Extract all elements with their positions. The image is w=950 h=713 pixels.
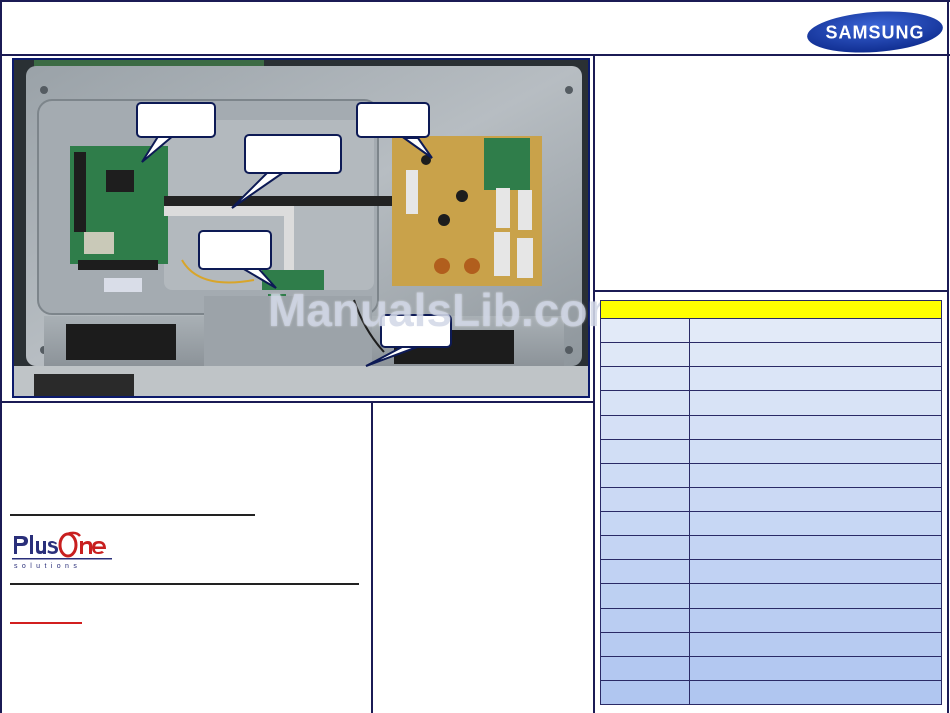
table-header-row <box>600 300 942 319</box>
table-row <box>600 583 942 609</box>
table-row <box>600 486 942 513</box>
table-cell-code <box>600 317 690 344</box>
table-row <box>600 414 942 440</box>
table-row <box>600 631 942 657</box>
partner-logo: solutions <box>10 528 122 570</box>
table-cell-description <box>689 486 942 513</box>
tv-rear-photo <box>12 58 590 398</box>
table-cell-description <box>689 414 942 440</box>
svg-text:solutions: solutions <box>14 563 81 570</box>
table-cell-description <box>689 655 942 681</box>
table-row <box>600 607 942 633</box>
table-row <box>600 655 942 681</box>
tv-chassis-illustration <box>14 60 588 396</box>
table-cell-code <box>600 679 690 706</box>
table-cell-code <box>600 462 690 488</box>
table-cell-description <box>689 317 942 344</box>
table-row <box>600 559 942 585</box>
table-cell-description <box>689 583 942 609</box>
table-cell-code <box>600 510 690 537</box>
plusone-logo-icon: solutions <box>10 528 122 570</box>
red-underline <box>10 622 82 624</box>
table-cell-code <box>600 607 690 633</box>
table-cell-code <box>600 655 690 681</box>
table-cell-description <box>689 438 942 464</box>
table-cell-description <box>689 366 942 392</box>
frame-top <box>0 0 950 2</box>
table-cell-description <box>689 535 942 561</box>
frame-right-divider <box>593 290 949 292</box>
parts-table <box>600 300 942 706</box>
table-cell-code <box>600 631 690 657</box>
table-row <box>600 342 942 368</box>
table-row <box>600 679 942 706</box>
table-row <box>600 535 942 561</box>
frame-left <box>0 0 2 713</box>
table-cell-description <box>689 510 942 537</box>
table-row <box>600 510 942 537</box>
table-cell-code <box>600 342 690 368</box>
section-divider-line <box>10 583 359 585</box>
table-cell-code <box>600 486 690 513</box>
table-cell-description <box>689 342 942 368</box>
table-cell-description <box>689 559 942 585</box>
table-header-cell <box>600 300 942 319</box>
table-cell-code <box>600 438 690 464</box>
table-row <box>600 366 942 392</box>
table-cell-description <box>689 679 942 706</box>
frame-header-divider <box>0 54 950 56</box>
frame-middle-divider <box>593 54 595 713</box>
table-row <box>600 462 942 488</box>
callout-cable <box>244 134 342 174</box>
watermark-text: ManualsLib.com <box>268 284 629 336</box>
table-cell-code <box>600 535 690 561</box>
callout-main-board <box>136 102 216 138</box>
samsung-logo: SAMSUNG <box>806 11 944 53</box>
table-cell-description <box>689 607 942 633</box>
table-cell-code <box>600 559 690 585</box>
frame-photo-bottom <box>0 401 595 403</box>
frame-lower-divider <box>371 401 373 713</box>
callout-power-board <box>356 102 430 138</box>
table-row <box>600 390 942 416</box>
table-cell-description <box>689 462 942 488</box>
table-cell-code <box>600 366 690 392</box>
table-row <box>600 317 942 344</box>
table-cell-code <box>600 583 690 609</box>
callout-tcon <box>198 230 272 270</box>
table-row <box>600 438 942 464</box>
table-cell-code <box>600 414 690 440</box>
brand-wordmark: SAMSUNG <box>825 20 925 42</box>
table-cell-code <box>600 390 690 416</box>
frame-right <box>947 0 949 713</box>
table-cell-description <box>689 631 942 657</box>
table-cell-description <box>689 390 942 416</box>
title-underline <box>10 514 255 516</box>
page-header: SAMSUNG <box>0 0 950 55</box>
